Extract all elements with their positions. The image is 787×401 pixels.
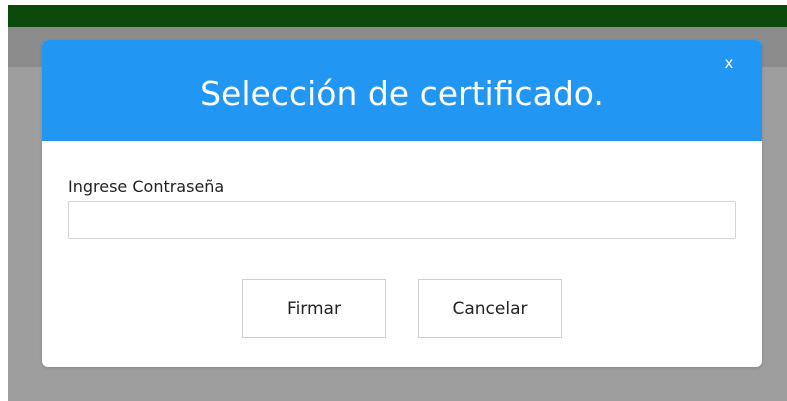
cancel-button[interactable]: Cancelar [418,279,562,338]
dialog-header: Selección de certificado. x [42,40,762,141]
password-input[interactable] [68,201,736,239]
page: Selección de certificado. x Ingrese Cont… [0,0,787,401]
top-navigation-bar [8,5,787,27]
close-button[interactable]: x [718,52,740,74]
password-label: Ingrese Contraseña [68,176,224,198]
dialog-title: Selección de certificado. [42,72,762,116]
sign-button[interactable]: Firmar [242,279,386,338]
certificate-selection-dialog: Selección de certificado. x Ingrese Cont… [42,40,762,367]
